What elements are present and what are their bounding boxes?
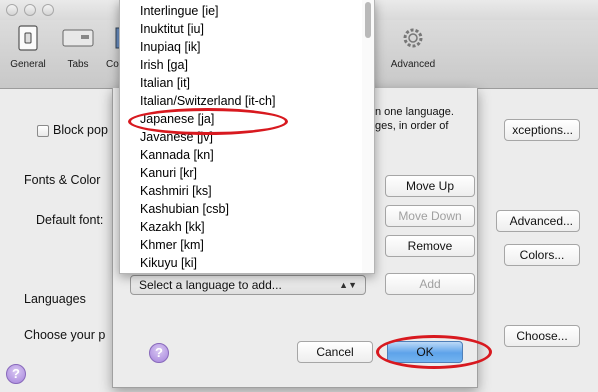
choose-button[interactable]: Choose...: [504, 325, 580, 347]
select-arrows-icon: ▲▼: [339, 280, 357, 290]
toolbar-tabs-label: Tabs: [67, 59, 89, 70]
languages-heading: Languages: [24, 292, 86, 306]
dropdown-scroll-thumb[interactable]: [365, 2, 371, 38]
dropdown-item[interactable]: Italian [it]: [140, 75, 190, 92]
cancel-button[interactable]: Cancel: [297, 341, 373, 363]
language-dropdown-list: Interlingue [ie] Inuktitut [iu] Inupiaq …: [119, 0, 375, 274]
dropdown-item[interactable]: Kanuri [kr]: [140, 165, 197, 182]
dropdown-scrollbar[interactable]: [362, 0, 374, 273]
dropdown-item[interactable]: Kazakh [kk]: [140, 219, 205, 236]
language-select[interactable]: Select a language to add... ▲▼: [130, 275, 366, 295]
default-font-label: Default font:: [36, 213, 104, 227]
add-button[interactable]: Add: [385, 273, 475, 295]
japanese-highlight-annotation: [128, 108, 288, 135]
move-down-button[interactable]: Move Down: [385, 205, 475, 227]
dropdown-item[interactable]: Inuktitut [iu]: [140, 21, 204, 38]
colors-button[interactable]: Colors...: [504, 244, 580, 266]
minimize-window-button[interactable]: [24, 4, 36, 16]
advanced-button[interactable]: Advanced...: [496, 210, 580, 232]
ok-highlight-annotation: [376, 335, 492, 369]
block-popups-label: Block pop: [53, 123, 108, 137]
toolbar-tabs[interactable]: Tabs: [60, 24, 96, 70]
remove-button[interactable]: Remove: [385, 235, 475, 257]
sheet-help-button[interactable]: ?: [149, 343, 169, 363]
toolbar-advanced-label: Advanced: [390, 59, 436, 70]
tabs-icon: [62, 29, 94, 47]
general-switch-icon: [18, 25, 38, 51]
dropdown-item[interactable]: Irish [ga]: [140, 57, 188, 74]
toolbar-advanced[interactable]: Advanced: [382, 24, 444, 70]
move-up-button[interactable]: Move Up: [385, 175, 475, 197]
sheet-intro-line1: n one language.: [375, 106, 454, 118]
main-help-button[interactable]: ?: [6, 364, 26, 384]
choose-languages-label: Choose your p: [24, 328, 106, 342]
dropdown-item[interactable]: Khmer [km]: [140, 237, 204, 254]
zoom-window-button[interactable]: [42, 4, 54, 16]
toolbar-general[interactable]: General: [6, 24, 50, 70]
sheet-intro-line2: ges, in order of: [375, 120, 449, 132]
dropdown-item[interactable]: Kikuyu [ki]: [140, 255, 197, 272]
gear-icon: [403, 28, 423, 48]
toolbar-general-label: General: [10, 59, 46, 70]
close-window-button[interactable]: [6, 4, 18, 16]
dropdown-item[interactable]: Kashmiri [ks]: [140, 183, 212, 200]
dropdown-item[interactable]: Interlingue [ie]: [140, 3, 219, 20]
language-select-value: Select a language to add...: [139, 278, 282, 292]
fonts-colors-heading: Fonts & Color: [24, 173, 101, 187]
block-popups-checkbox[interactable]: [37, 125, 49, 137]
dropdown-item[interactable]: Kashubian [csb]: [140, 201, 229, 218]
dropdown-item[interactable]: Inupiaq [ik]: [140, 39, 200, 56]
exceptions-button[interactable]: xceptions...: [504, 119, 580, 141]
dropdown-item[interactable]: Kannada [kn]: [140, 147, 214, 164]
